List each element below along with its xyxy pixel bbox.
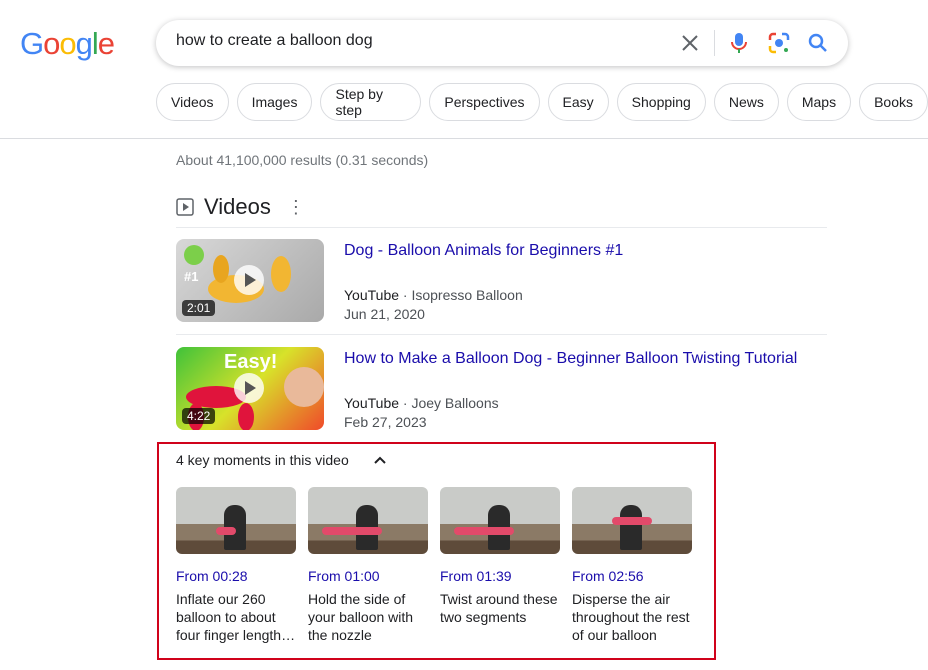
duration: 2:01 bbox=[182, 300, 216, 316]
mic-icon[interactable] bbox=[727, 31, 751, 55]
duration: 4:22 bbox=[182, 408, 216, 424]
key-moment[interactable]: From 01:00 Hold the side of your balloon… bbox=[308, 487, 430, 644]
moment-description: Disperse the air throughout the rest of … bbox=[572, 591, 690, 643]
play-icon bbox=[234, 373, 264, 403]
moment-time-link[interactable]: From 00:28 bbox=[176, 568, 298, 584]
play-icon bbox=[234, 265, 264, 295]
thumbnail-badge: #1 bbox=[184, 269, 199, 284]
chip-videos[interactable]: Videos bbox=[156, 83, 229, 121]
moment-description: Inflate our 260 balloon to about four fi… bbox=[176, 591, 296, 643]
videos-header: Videos ⋮ bbox=[176, 194, 305, 220]
collapse-chevron-icon[interactable] bbox=[373, 452, 387, 468]
moment-thumbnail[interactable] bbox=[176, 487, 296, 554]
chip-step-by-step[interactable]: Step by step bbox=[320, 83, 422, 121]
key-moments-panel: 4 key moments in this video From 00:28 I… bbox=[157, 442, 716, 660]
chip-news[interactable]: News bbox=[713, 83, 779, 121]
video-title-link[interactable]: Dog - Balloon Animals for Beginners #1 bbox=[344, 242, 623, 260]
chip-perspectives[interactable]: Perspectives bbox=[429, 83, 540, 121]
key-moment[interactable]: From 01:39 Twist around these two segmen… bbox=[440, 487, 562, 626]
chip-books[interactable]: Books bbox=[859, 83, 928, 121]
chip-easy[interactable]: Easy bbox=[547, 83, 609, 121]
moment-time-link[interactable]: From 01:39 bbox=[440, 568, 562, 584]
moment-thumbnail[interactable] bbox=[572, 487, 692, 554]
google-logo[interactable]: Google bbox=[20, 26, 115, 62]
moment-description: Twist around these two segments bbox=[440, 591, 558, 625]
result-stats: About 41,100,000 results (0.31 seconds) bbox=[176, 152, 429, 168]
moment-thumbnail[interactable] bbox=[440, 487, 560, 554]
moment-description: Hold the side of your balloon with the n… bbox=[308, 591, 414, 643]
lens-icon[interactable] bbox=[767, 31, 791, 55]
video-source: YouTube · Isopresso Balloon bbox=[344, 287, 523, 303]
key-moment[interactable]: From 02:56 Disperse the air throughout t… bbox=[572, 487, 694, 644]
video-thumbnail[interactable]: #1 2:01 bbox=[176, 239, 324, 322]
header-divider bbox=[0, 138, 928, 139]
chip-maps[interactable]: Maps bbox=[786, 83, 852, 121]
video-date: Feb 27, 2023 bbox=[344, 414, 427, 430]
video-source: YouTube · Joey Balloons bbox=[344, 395, 499, 411]
video-thumbnail[interactable]: Easy! 4:22 bbox=[176, 347, 324, 430]
moment-time-link[interactable]: From 01:00 bbox=[308, 568, 430, 584]
close-icon[interactable] bbox=[678, 31, 702, 55]
search-box bbox=[156, 20, 848, 66]
filter-chips: Videos Images Step by step Perspectives … bbox=[156, 83, 928, 121]
video-date: Jun 21, 2020 bbox=[344, 306, 425, 322]
channel-badge-icon bbox=[184, 245, 204, 265]
divider bbox=[714, 30, 715, 56]
chip-shopping[interactable]: Shopping bbox=[616, 83, 706, 121]
thumbnail-overlay-text: Easy! bbox=[224, 351, 278, 373]
key-moments-heading: 4 key moments in this video bbox=[176, 452, 349, 468]
video-icon bbox=[176, 198, 194, 216]
divider bbox=[176, 334, 827, 335]
moment-thumbnail[interactable] bbox=[308, 487, 428, 554]
key-moment[interactable]: From 00:28 Inflate our 260 balloon to ab… bbox=[176, 487, 298, 644]
moment-time-link[interactable]: From 02:56 bbox=[572, 568, 694, 584]
video-title-link[interactable]: How to Make a Balloon Dog - Beginner Bal… bbox=[344, 350, 797, 368]
more-options-icon[interactable]: ⋮ bbox=[287, 197, 305, 218]
search-input[interactable] bbox=[176, 32, 656, 50]
divider bbox=[176, 227, 827, 228]
chip-images[interactable]: Images bbox=[236, 83, 313, 121]
videos-title: Videos bbox=[204, 194, 271, 219]
search-icon[interactable] bbox=[806, 31, 830, 55]
